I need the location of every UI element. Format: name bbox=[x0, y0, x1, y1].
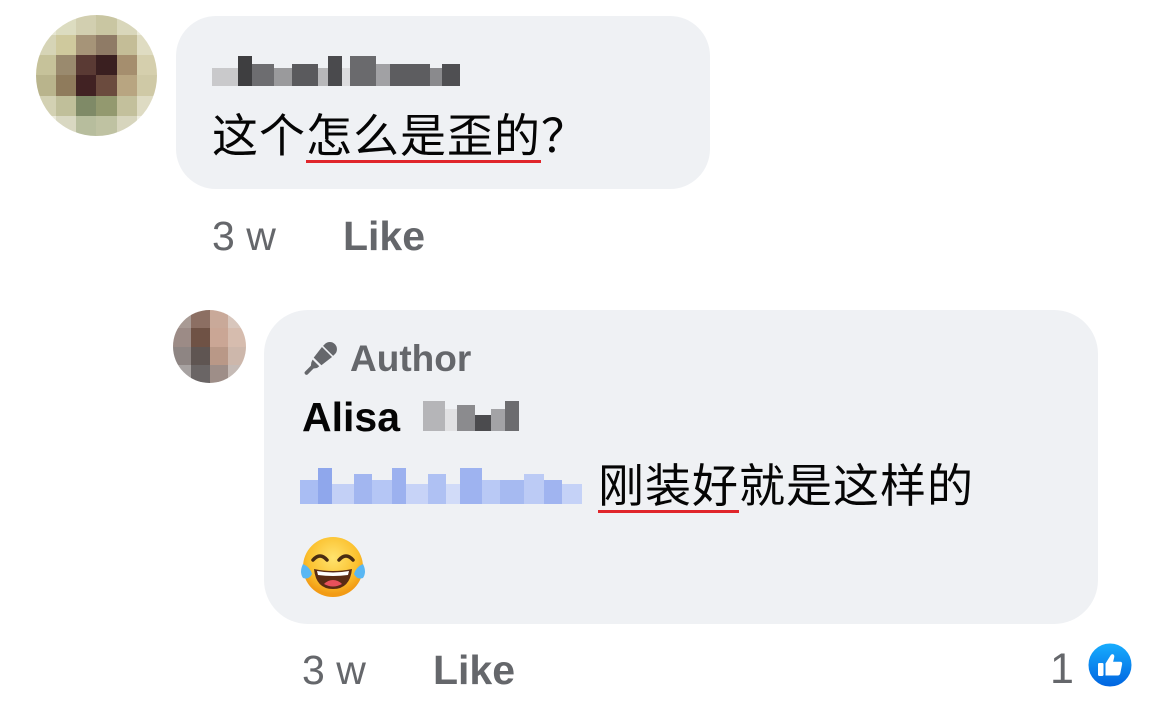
avatar[interactable] bbox=[173, 310, 246, 383]
comment-text-suffix: ？ bbox=[541, 110, 588, 162]
commenter-name-blurred[interactable] bbox=[212, 56, 460, 86]
author-badge-label: Author bbox=[350, 338, 472, 379]
reply-text-underlined: 刚装好 bbox=[598, 460, 739, 512]
reply-text-rest: 就是这样的 bbox=[739, 460, 974, 512]
reaction-count[interactable]: 1 bbox=[1050, 648, 1074, 691]
reply-author-last-name-blurred[interactable] bbox=[423, 401, 520, 431]
microphone-icon bbox=[304, 342, 337, 375]
comment-text: 这个怎么是歪的？ bbox=[212, 113, 588, 159]
tears-of-joy-emoji bbox=[301, 537, 365, 597]
reply-author-first-name[interactable]: Alisa bbox=[302, 394, 400, 440]
reply-timestamp[interactable]: 3 w bbox=[302, 650, 366, 691]
like-button[interactable]: Like bbox=[343, 216, 425, 257]
comment-timestamp[interactable]: 3 w bbox=[212, 216, 276, 257]
comment-text-prefix: 这个 bbox=[212, 110, 306, 162]
avatar[interactable] bbox=[36, 15, 157, 136]
reply-like-button[interactable]: Like bbox=[433, 650, 515, 691]
thumbs-up-icon[interactable] bbox=[1085, 640, 1135, 690]
mentioned-user-blurred[interactable] bbox=[300, 468, 582, 504]
reply-text: 刚装好就是这样的 bbox=[598, 463, 974, 509]
comment-bubble bbox=[176, 16, 710, 189]
comment-text-underlined: 怎么是歪的 bbox=[306, 110, 541, 162]
author-badge: Author bbox=[302, 338, 471, 380]
reply-author-name[interactable]: Alisa bbox=[302, 394, 520, 440]
